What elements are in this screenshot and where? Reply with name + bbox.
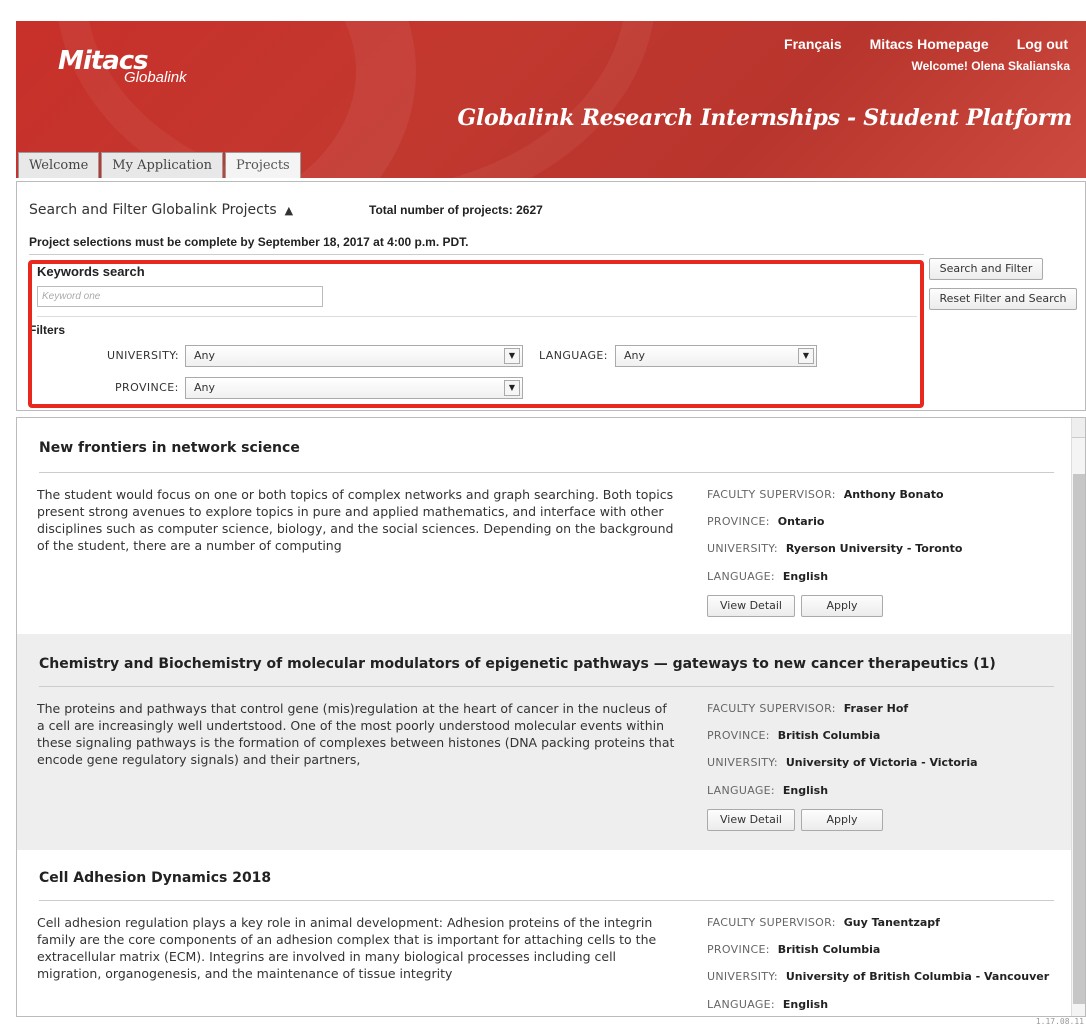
project-card: Cell Adhesion Dynamics 2018 Cell adhesio…: [17, 850, 1072, 1016]
filter-panel-toggle[interactable]: Search and Filter Globalink Projects ▲: [29, 202, 293, 218]
province-filter-label: PROVINCE:: [115, 381, 179, 394]
project-title[interactable]: Chemistry and Biochemistry of molecular …: [39, 656, 996, 672]
apply-button[interactable]: Apply: [801, 809, 883, 831]
supervisor-row: FACULTY SUPERVISOR: Guy Tanentzapf: [707, 916, 940, 929]
project-card: New frontiers in network science The stu…: [17, 418, 1072, 634]
divider: [39, 686, 1054, 687]
tab-projects[interactable]: Projects: [225, 152, 301, 178]
language-filter-label: LANGUAGE:: [539, 349, 608, 362]
university-label: UNIVERSITY:: [707, 970, 778, 983]
divider: [37, 316, 917, 317]
top-links: Français Mitacs Homepage Log out: [784, 36, 1068, 52]
logout-link[interactable]: Log out: [1017, 36, 1068, 52]
mitacs-logo[interactable]: Mitacs Globalink: [58, 47, 187, 86]
university-value: University of Victoria - Victoria: [785, 756, 978, 769]
total-projects-count: Total number of projects: 2627: [369, 203, 543, 217]
language-value: English: [782, 784, 829, 797]
build-version: 1.17.08.11: [1035, 1017, 1084, 1026]
view-detail-button[interactable]: View Detail: [707, 595, 795, 617]
university-label: UNIVERSITY:: [707, 756, 778, 769]
province-value: Ontario: [777, 515, 825, 528]
language-value: English: [782, 998, 829, 1011]
divider: [29, 254, 924, 255]
province-label: PROVINCE:: [707, 729, 770, 742]
welcome-message: Welcome! Olena Skalianska: [911, 59, 1070, 73]
university-select[interactable]: Any ▼: [185, 345, 523, 367]
language-row: LANGUAGE: English: [707, 570, 828, 583]
supervisor-row: FACULTY SUPERVISOR: Anthony Bonato: [707, 488, 944, 501]
language-label: LANGUAGE:: [707, 784, 775, 797]
results-scrollbar[interactable]: [1071, 418, 1085, 1016]
supervisor-label: FACULTY SUPERVISOR:: [707, 702, 836, 715]
province-value: British Columbia: [777, 943, 881, 956]
province-label: PROVINCE:: [707, 943, 770, 956]
university-value: Ryerson University - Toronto: [785, 542, 963, 555]
main-tabs: Welcome My Application Projects: [18, 152, 301, 178]
supervisor-value: Guy Tanentzapf: [843, 916, 940, 929]
language-row: LANGUAGE: English: [707, 784, 828, 797]
language-select-value: Any: [624, 349, 646, 362]
project-title[interactable]: New frontiers in network science: [39, 440, 300, 456]
filter-panel: Search and Filter Globalink Projects ▲ To…: [16, 181, 1086, 411]
university-select-value: Any: [194, 349, 216, 362]
divider: [39, 900, 1054, 901]
project-description: Cell adhesion regulation plays a key rol…: [37, 915, 657, 981]
collapse-arrow-icon: ▲: [284, 204, 294, 217]
project-description: The proteins and pathways that control g…: [37, 701, 675, 767]
chevron-down-icon: ▼: [504, 348, 520, 364]
scroll-up-arrow-icon[interactable]: [1072, 418, 1085, 438]
supervisor-value: Anthony Bonato: [843, 488, 944, 501]
university-row: UNIVERSITY: University of Victoria - Vict…: [707, 756, 978, 769]
university-filter-label: UNIVERSITY:: [107, 349, 179, 362]
filter-panel-title: Search and Filter Globalink Projects: [29, 202, 277, 218]
francais-link[interactable]: Français: [784, 36, 842, 52]
supervisor-value: Fraser Hof: [843, 702, 909, 715]
keywords-label: Keywords search: [37, 264, 145, 279]
province-label: PROVINCE:: [707, 515, 770, 528]
project-results-list: New frontiers in network science The stu…: [16, 417, 1086, 1017]
selection-deadline: Project selections must be complete by S…: [29, 235, 469, 249]
mitacs-homepage-link[interactable]: Mitacs Homepage: [870, 36, 989, 52]
logo-sub-text: Globalink: [124, 69, 187, 86]
search-and-filter-button[interactable]: Search and Filter: [929, 258, 1043, 280]
province-row: PROVINCE: British Columbia: [707, 729, 880, 742]
divider: [39, 472, 1054, 473]
supervisor-label: FACULTY SUPERVISOR:: [707, 916, 836, 929]
site-header: Mitacs Globalink Français Mitacs Homepag…: [16, 21, 1086, 178]
view-detail-button[interactable]: View Detail: [707, 809, 795, 831]
apply-button[interactable]: Apply: [801, 595, 883, 617]
language-label: LANGUAGE:: [707, 998, 775, 1011]
university-row: UNIVERSITY: Ryerson University - Toronto: [707, 542, 962, 555]
chevron-down-icon: ▼: [504, 380, 520, 396]
scrollbar-thumb[interactable]: [1073, 474, 1085, 1004]
platform-title: Globalink Research Internships - Student…: [457, 105, 1073, 131]
language-row: LANGUAGE: English: [707, 998, 828, 1011]
keyword-input[interactable]: [37, 286, 323, 307]
tab-welcome[interactable]: Welcome: [18, 152, 100, 178]
project-card: Chemistry and Biochemistry of molecular …: [17, 634, 1072, 850]
university-label: UNIVERSITY:: [707, 542, 778, 555]
province-row: PROVINCE: Ontario: [707, 515, 824, 528]
university-value: University of British Columbia - Vancouv…: [785, 970, 1050, 983]
province-select[interactable]: Any ▼: [185, 377, 523, 399]
filters-label: Filters: [29, 323, 66, 337]
tab-my-application[interactable]: My Application: [101, 152, 224, 178]
province-row: PROVINCE: British Columbia: [707, 943, 880, 956]
language-select[interactable]: Any ▼: [615, 345, 817, 367]
reset-filter-button[interactable]: Reset Filter and Search: [929, 288, 1077, 310]
language-value: English: [782, 570, 829, 583]
supervisor-label: FACULTY SUPERVISOR:: [707, 488, 836, 501]
language-label: LANGUAGE:: [707, 570, 775, 583]
province-select-value: Any: [194, 381, 216, 394]
project-title[interactable]: Cell Adhesion Dynamics 2018: [39, 870, 271, 886]
province-value: British Columbia: [777, 729, 881, 742]
university-row: UNIVERSITY: University of British Columbi…: [707, 970, 1049, 983]
supervisor-row: FACULTY SUPERVISOR: Fraser Hof: [707, 702, 908, 715]
project-description: The student would focus on one or both t…: [37, 487, 674, 553]
chevron-down-icon: ▼: [798, 348, 814, 364]
